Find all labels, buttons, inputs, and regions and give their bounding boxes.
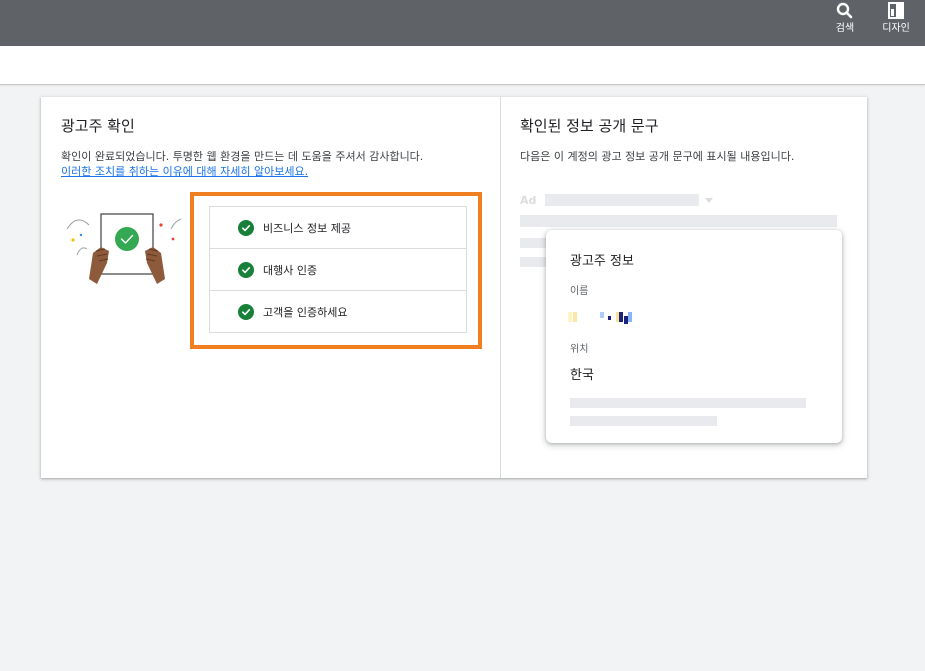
verification-steps-highlight: 비즈니스 정보 제공 대행사 인증 고객을 인증하세요 [190,192,482,349]
verification-complete-text: 확인이 완료되었습니다. 투명한 웹 환경을 만드는 데 도움을 주셔서 감사합… [61,150,424,163]
vertical-divider [500,97,501,478]
location-value: 한국 [570,368,594,383]
location-label: 위치 [570,344,589,355]
step-label: 대행사 인증 [263,263,318,277]
verified-document-illustration [66,213,182,284]
verification-steps-list: 비즈니스 정보 제공 대행사 인증 고객을 인증하세요 [209,206,467,333]
info-placeholder [570,398,806,408]
check-circle-icon [238,303,254,320]
disclosure-description: 다음은 이 계정의 광고 정보 공개 문구에 표시될 내용입니다. [520,150,795,163]
verification-card: 광고주 확인 확인이 완료되었습니다. 투명한 웹 환경을 만드는 데 도움을 … [41,97,867,478]
learn-more-link[interactable]: 이러한 조치를 취하는 이유에 대해 자세히 알아보세요. [61,164,308,179]
advertiser-info-card: 광고주 정보 이름 위치 한국 [546,230,842,443]
sub-header [0,46,925,85]
step-label: 고객을 인증하세요 [263,305,348,319]
design-label: 디자인 [882,23,910,34]
name-label: 이름 [570,286,589,297]
advertiser-verification-title: 광고주 확인 [61,117,135,135]
design-icon [888,2,904,19]
search-icon [836,2,853,19]
check-circle-icon [238,219,254,236]
search-label: 검색 [835,23,855,34]
ad-tag: Ad [520,194,537,207]
step-label: 비즈니스 정보 제공 [263,221,351,235]
info-placeholder [570,416,717,426]
step-agency-verification: 대행사 인증 [209,248,467,291]
chevron-down-icon [705,198,713,203]
disclosure-title: 확인된 정보 공개 문구 [520,117,659,135]
check-circle-icon [238,261,254,278]
step-client-verification: 고객을 인증하세요 [209,290,467,333]
search-button[interactable]: 검색 [830,0,860,46]
redacted-name [568,312,632,324]
ad-headline-placeholder [545,194,699,206]
design-button[interactable]: 디자인 [878,0,914,46]
top-app-bar: 검색 디자인 [0,0,925,46]
step-business-info: 비즈니스 정보 제공 [209,206,467,249]
advertiser-info-title: 광고주 정보 [570,254,634,269]
ad-text-placeholder [520,215,837,227]
